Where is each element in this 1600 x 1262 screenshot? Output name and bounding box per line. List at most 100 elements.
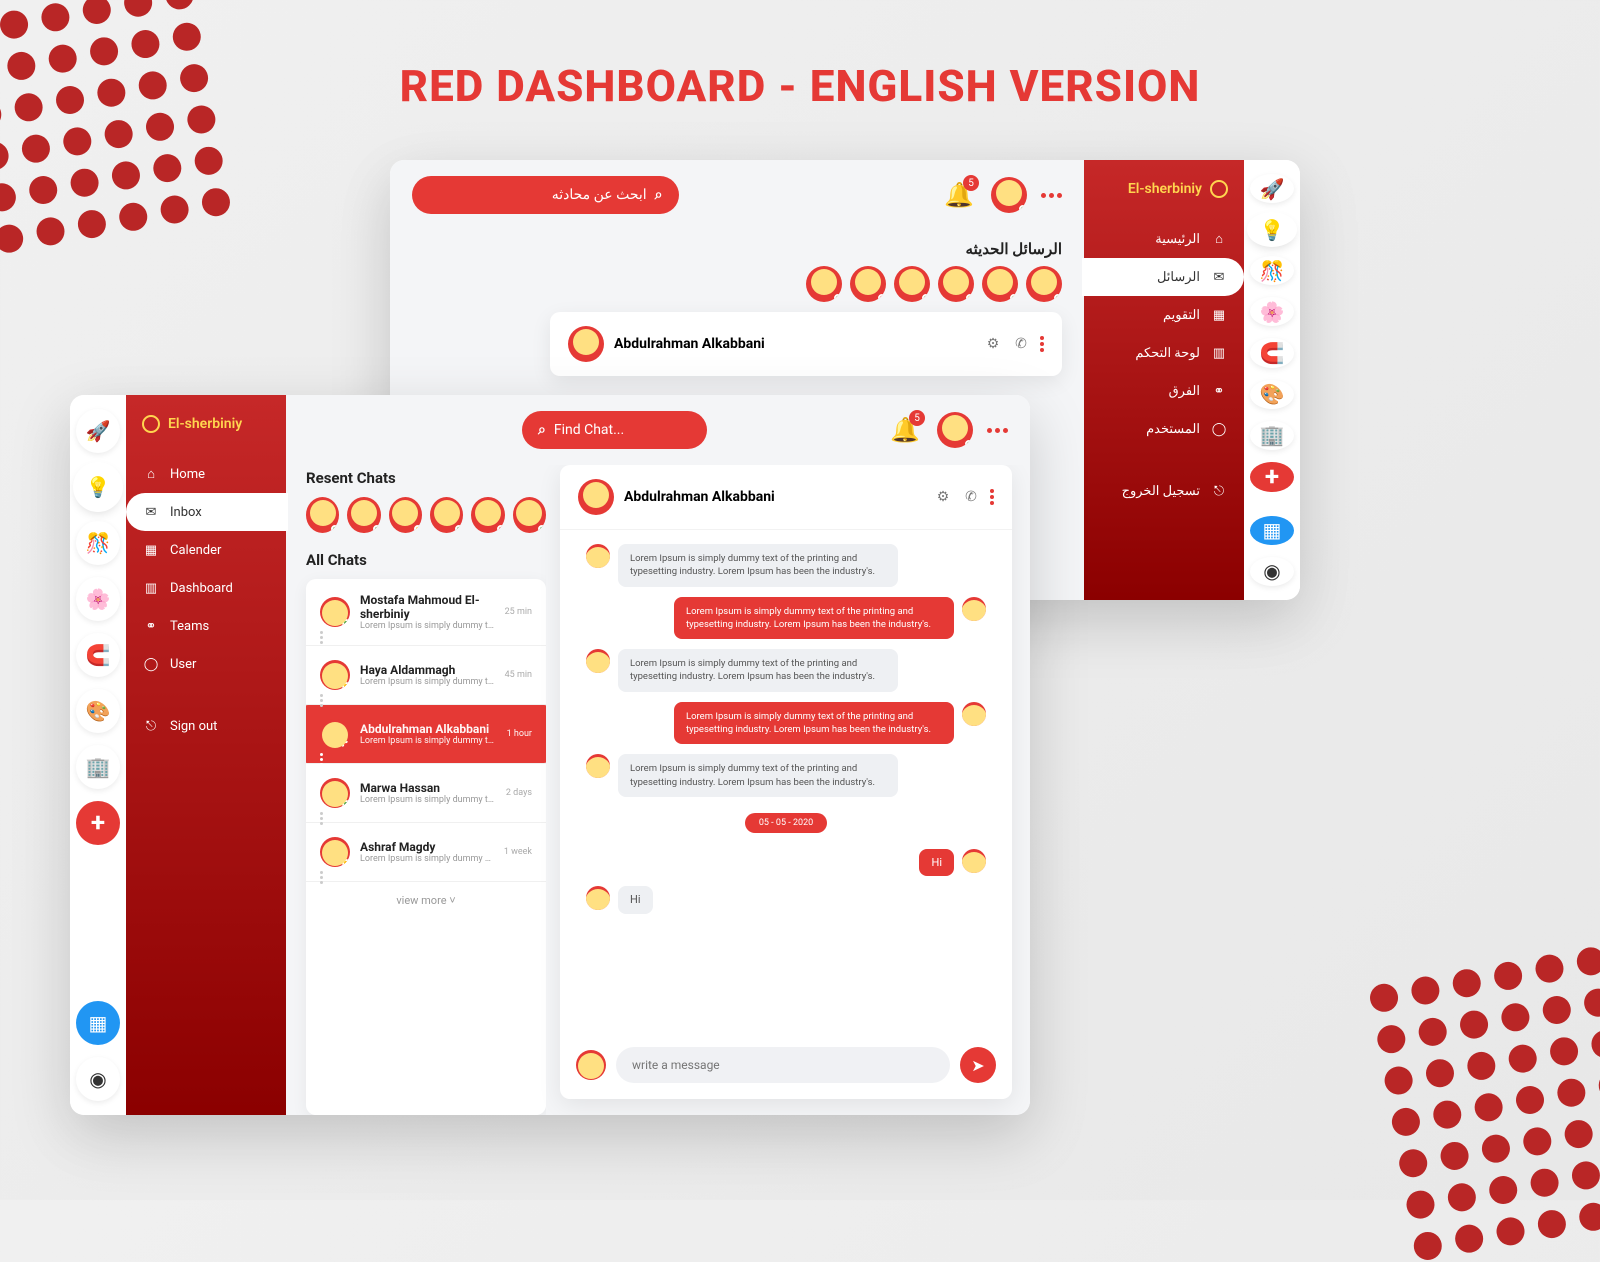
notifications-button[interactable]: 🔔5 xyxy=(887,412,923,448)
all-chats-title: All Chats xyxy=(306,547,546,579)
nav-inbox[interactable]: ✉الرسائل xyxy=(1082,258,1244,296)
avatar[interactable] xyxy=(938,266,974,302)
rail-icon[interactable]: 🌸 xyxy=(1250,297,1294,326)
profile-avatar[interactable] xyxy=(937,412,973,448)
english-window: 🚀 💡 🎊 🌸 🧲 🎨 🏢 + ▦ ◉ El-sherbiniy ⌂Home ✉… xyxy=(70,395,1030,1115)
rail-icon[interactable]: 🎊 xyxy=(76,521,120,565)
call-icon[interactable]: ✆ xyxy=(962,488,980,506)
rail-icon[interactable]: 🏢 xyxy=(76,745,120,789)
message-bubble: Lorem Ipsum is simply dummy text of the … xyxy=(674,597,954,640)
nav-calendar[interactable]: ▦التقويم xyxy=(1084,296,1244,334)
more-button[interactable] xyxy=(1041,193,1062,198)
chat-item[interactable]: Haya AldammaghLorem Ipsum is simply dumm… xyxy=(306,646,546,705)
search-input[interactable]: ⌕ابحث عن محادثه xyxy=(412,176,679,214)
chat-item[interactable]: Abdulrahman AlkabbaniLorem Ipsum is simp… xyxy=(306,705,546,764)
view-more-button[interactable]: view more ˅ xyxy=(306,882,546,919)
nav-dashboard[interactable]: ▥Dashboard xyxy=(126,569,286,607)
nav-signout[interactable]: ⎋Sign out xyxy=(126,707,286,745)
rail-icon[interactable]: 🏢 xyxy=(1250,421,1294,450)
rail-icon[interactable]: 💡 xyxy=(1250,215,1294,244)
rail-icon[interactable]: 🧲 xyxy=(76,633,120,677)
nav-inbox[interactable]: ✉Inbox xyxy=(126,493,288,531)
brand: El-sherbiniy xyxy=(126,409,286,455)
github-icon[interactable]: ◉ xyxy=(76,1057,120,1101)
avatar[interactable] xyxy=(850,266,886,302)
avatar[interactable] xyxy=(982,266,1018,302)
chat-title: Abdulrahman Alkabbani xyxy=(614,336,974,352)
nav-home[interactable]: ⌂الرئيسية xyxy=(1084,220,1244,258)
more-button[interactable] xyxy=(987,428,1008,433)
call-icon[interactable]: ✆ xyxy=(1012,335,1030,353)
messages: Lorem Ipsum is simply dummy text of the … xyxy=(560,530,1012,1037)
rail-icon[interactable]: 🎨 xyxy=(76,689,120,733)
avatar[interactable] xyxy=(513,497,546,533)
rail-icon[interactable]: 🧲 xyxy=(1250,338,1294,367)
trello-icon[interactable]: ▦ xyxy=(1250,516,1294,545)
msg-avatar xyxy=(586,544,610,568)
chat-item[interactable]: Mostafa Mahmoud El-sherbiniyLorem Ipsum … xyxy=(306,579,546,646)
more-icon[interactable] xyxy=(990,489,994,505)
search-icon: ⌕ xyxy=(538,422,546,438)
more-icon[interactable] xyxy=(1040,336,1044,352)
chat-list: Mostafa Mahmoud El-sherbiniyLorem Ipsum … xyxy=(306,579,546,1115)
chart-icon: ▥ xyxy=(1210,344,1228,362)
github-icon[interactable]: ◉ xyxy=(1250,557,1294,586)
nav-teams[interactable]: ⚭الفرق xyxy=(1084,372,1244,410)
add-button[interactable]: + xyxy=(1250,462,1294,492)
avatar[interactable] xyxy=(306,497,339,533)
user-icon: ◯ xyxy=(142,655,160,673)
nav-home[interactable]: ⌂Home xyxy=(126,455,286,493)
nav-signout[interactable]: ⎋تسجيل الخروج xyxy=(1084,472,1244,510)
rail-icon[interactable]: 🎨 xyxy=(1250,380,1294,409)
msg-avatar xyxy=(586,754,610,778)
trello-icon[interactable]: ▦ xyxy=(76,1001,120,1045)
rail-icon[interactable]: 💡 xyxy=(76,465,120,509)
avatar[interactable] xyxy=(430,497,463,533)
avatar[interactable] xyxy=(1026,266,1062,302)
chat-item[interactable]: Marwa HassanLorem Ipsum is simply dummy … xyxy=(306,764,546,823)
search-icon: ⌕ xyxy=(655,187,663,203)
chat-item[interactable]: Ashraf MagdyLorem Ipsum is simply dummy … xyxy=(306,823,546,882)
chart-icon: ▥ xyxy=(142,579,160,597)
fingerprint-icon xyxy=(142,415,160,433)
send-button[interactable]: ➤ xyxy=(960,1047,996,1083)
compose-bar: ➤ xyxy=(560,1037,1012,1099)
fingerprint-icon xyxy=(1210,180,1228,198)
teams-icon: ⚭ xyxy=(142,617,160,635)
home-icon: ⌂ xyxy=(142,465,160,483)
nav-dashboard[interactable]: ▥لوحة التحكم xyxy=(1084,334,1244,372)
settings-icon[interactable]: ⚙ xyxy=(934,488,952,506)
chat-icon: ✉ xyxy=(1210,268,1228,286)
notif-badge: 5 xyxy=(963,175,979,191)
message-bubble: Lorem Ipsum is simply dummy text of the … xyxy=(618,544,898,587)
avatar[interactable] xyxy=(471,497,504,533)
add-button[interactable]: + xyxy=(76,801,120,845)
avatar[interactable] xyxy=(806,266,842,302)
calendar-icon: ▦ xyxy=(1210,306,1228,324)
notif-badge: 5 xyxy=(909,410,925,426)
message-bubble: Lorem Ipsum is simply dummy text of the … xyxy=(674,702,954,745)
message-input[interactable] xyxy=(616,1047,950,1083)
rail-icon[interactable]: 🌸 xyxy=(76,577,120,621)
nav-calendar[interactable]: ▦Calender xyxy=(126,531,286,569)
avatar[interactable] xyxy=(389,497,422,533)
search-input[interactable]: ⌕Find Chat... xyxy=(522,411,707,449)
settings-icon[interactable]: ⚙ xyxy=(984,335,1002,353)
avatar[interactable] xyxy=(894,266,930,302)
rail-icon[interactable]: 🎊 xyxy=(1250,256,1294,285)
recent-avatars xyxy=(390,266,1084,312)
chat-icon: ✉ xyxy=(142,503,160,521)
nav-teams[interactable]: ⚭Teams xyxy=(126,607,286,645)
msg-avatar xyxy=(962,702,986,726)
calendar-icon: ▦ xyxy=(142,541,160,559)
nav-user[interactable]: ◯User xyxy=(126,645,286,683)
rail-icon[interactable]: 🚀 xyxy=(1250,174,1294,203)
nav-user[interactable]: ◯المستخدم xyxy=(1084,410,1244,448)
signout-icon: ⎋ xyxy=(142,717,160,735)
profile-avatar[interactable] xyxy=(991,177,1027,213)
message-bubble: Lorem Ipsum is simply dummy text of the … xyxy=(618,649,898,692)
avatar[interactable] xyxy=(347,497,380,533)
msg-avatar xyxy=(586,649,610,673)
notifications-button[interactable]: 🔔5 xyxy=(941,177,977,213)
rail-icon[interactable]: 🚀 xyxy=(76,409,120,453)
